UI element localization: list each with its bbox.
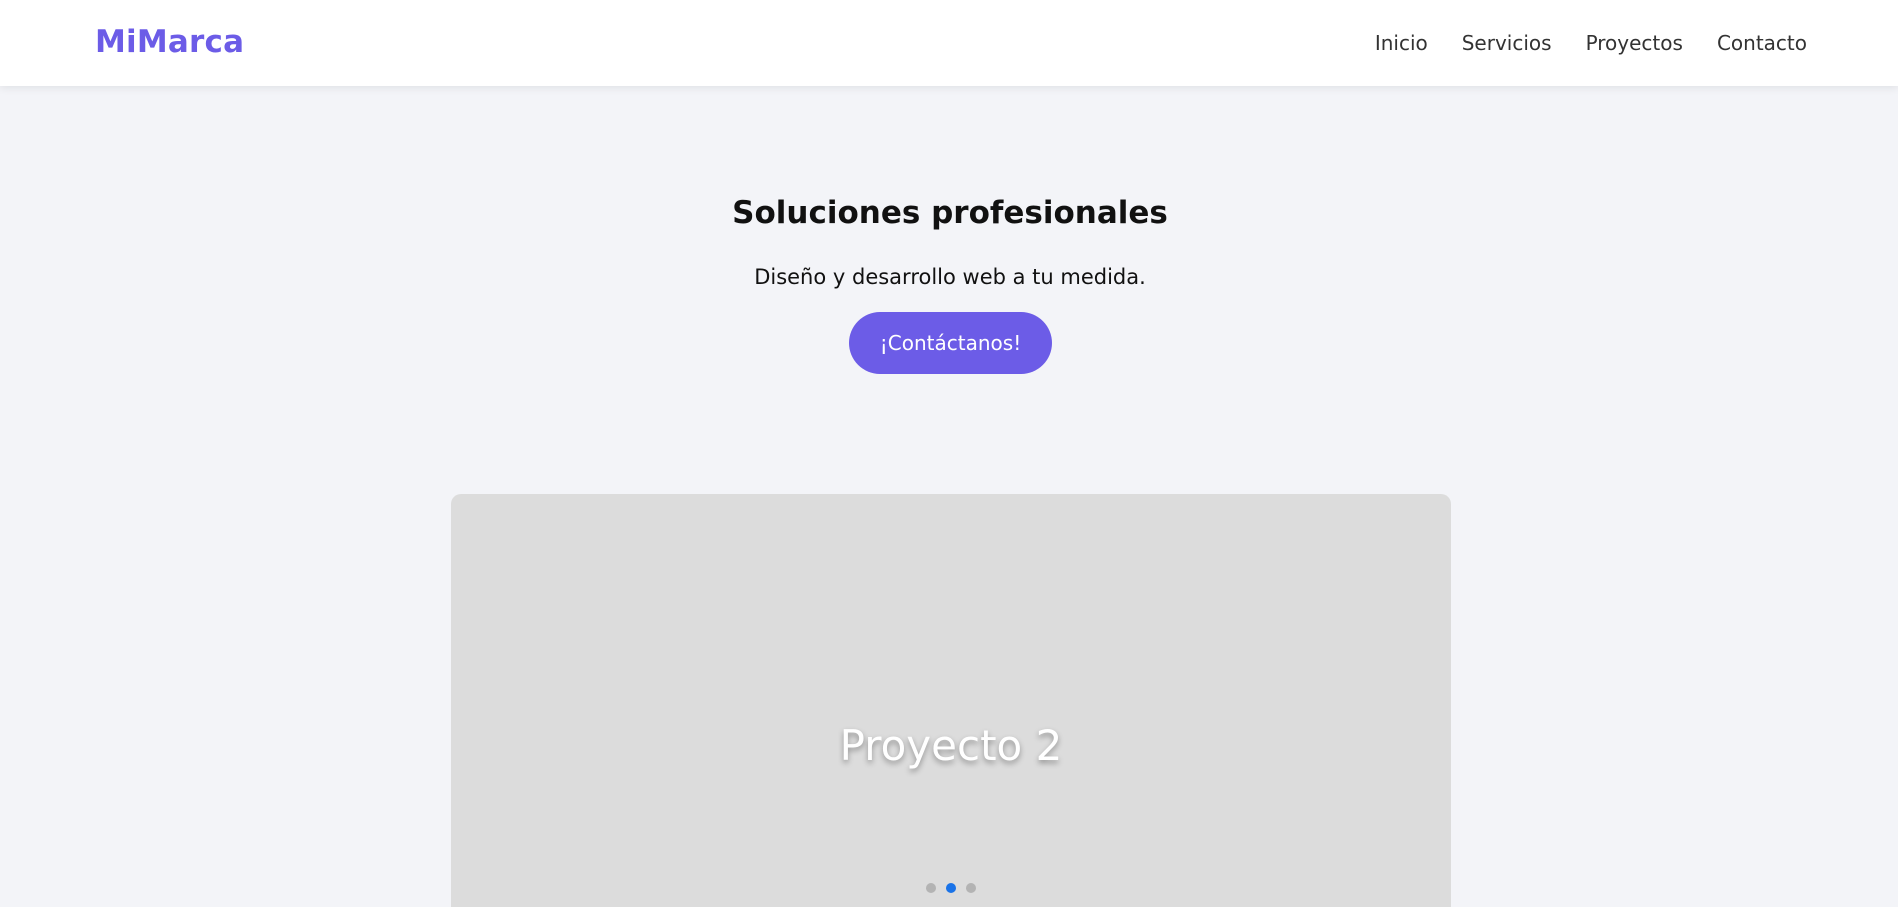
contact-cta-button[interactable]: ¡Contáctanos!: [849, 312, 1052, 374]
main-nav: Inicio Servicios Proyectos Contacto: [1375, 26, 1807, 60]
carousel-dot-1[interactable]: [926, 883, 936, 893]
project-carousel[interactable]: Proyecto 2: [451, 494, 1451, 907]
carousel-dots: [451, 883, 1451, 893]
nav-link-inicio[interactable]: Inicio: [1375, 26, 1428, 60]
nav-link-servicios[interactable]: Servicios: [1462, 26, 1552, 60]
carousel-dot-3[interactable]: [966, 883, 976, 893]
carousel-dot-2[interactable]: [946, 883, 956, 893]
hero-subtitle: Diseño y desarrollo web a tu medida.: [754, 265, 1146, 289]
nav-link-proyectos[interactable]: Proyectos: [1586, 26, 1683, 60]
top-navbar: MiMarca Inicio Servicios Proyectos Conta…: [0, 0, 1898, 86]
hero-title: Soluciones profesionales: [732, 195, 1168, 231]
brand-logo[interactable]: MiMarca: [95, 22, 244, 62]
nav-link-contacto[interactable]: Contacto: [1717, 26, 1807, 60]
slide-title: Proyecto 2: [839, 721, 1063, 770]
